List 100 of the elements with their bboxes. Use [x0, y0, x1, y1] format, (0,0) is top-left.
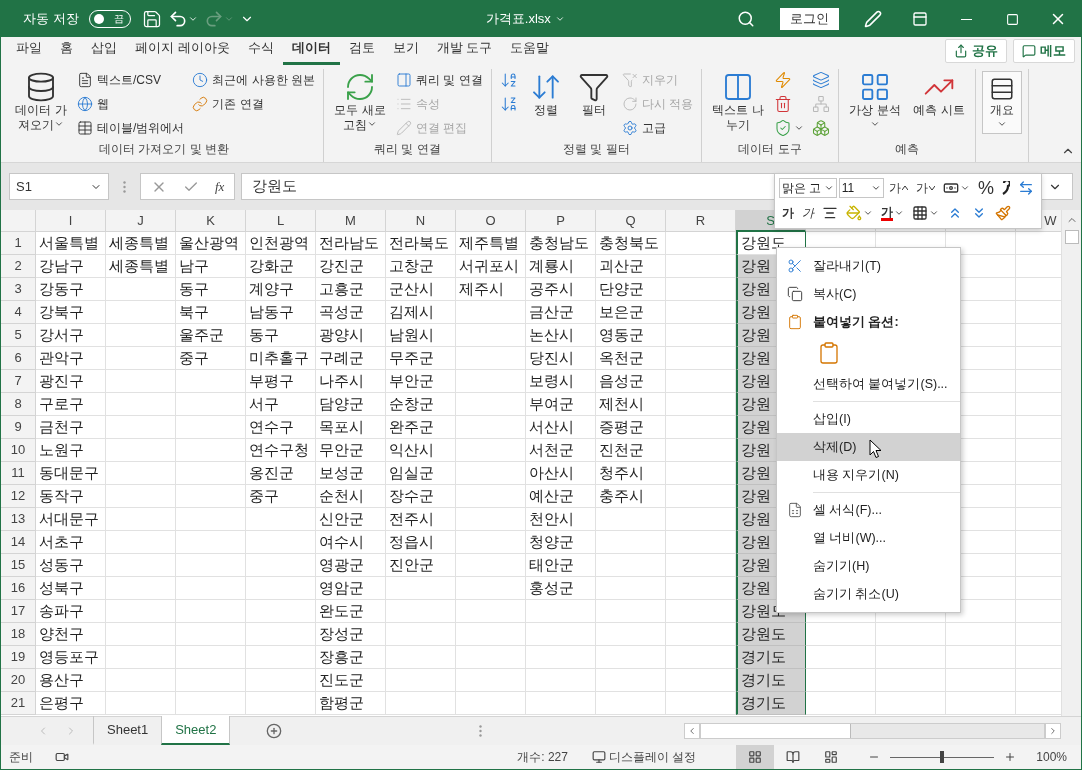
scroll-thumb[interactable]	[1064, 230, 1079, 244]
ribbon-button[interactable]: 최근에 사용한 원본	[190, 69, 317, 91]
row-header[interactable]: 2	[1, 255, 36, 278]
zoom-thumb[interactable]	[940, 751, 945, 763]
row-header[interactable]: 16	[1, 577, 36, 600]
row-header[interactable]: 11	[1, 462, 36, 485]
column-header[interactable]: Q	[596, 210, 666, 232]
insert-function-button[interactable]: fx	[215, 178, 225, 195]
table-cell: 보은군	[596, 301, 666, 324]
row-header[interactable]: 18	[1, 623, 36, 646]
table-cell: 영암군	[316, 577, 386, 600]
database-icon	[25, 71, 57, 103]
font-field[interactable]: 맑은 고	[779, 178, 837, 198]
row-header[interactable]: 5	[1, 324, 36, 347]
ribbon-button[interactable]: 정렬	[523, 69, 568, 120]
table-cell: 노원구	[36, 439, 106, 462]
view-button[interactable]	[736, 745, 775, 769]
data-model-icon	[812, 119, 831, 137]
row-header[interactable]: 15	[1, 554, 36, 577]
table-cell: 금산군	[526, 301, 596, 324]
row-header[interactable]: 10	[1, 439, 36, 462]
ribbon-button[interactable]: 텍스트/CSV	[75, 69, 187, 91]
row-header[interactable]: 14	[1, 531, 36, 554]
ribbon-button[interactable]: 기존 연결	[190, 93, 317, 115]
ribbon-button[interactable]: 고급	[619, 117, 696, 139]
ribbon-button[interactable]: 가상 분석	[845, 69, 906, 135]
table-cell: 양천구	[36, 623, 106, 646]
ribbon-button[interactable]: 모두 새로 고침	[330, 69, 390, 135]
menu-item[interactable]: 삭제(D)	[777, 433, 960, 461]
font-color-button[interactable]: 가	[878, 202, 907, 224]
count-text: 개수: 227	[517, 748, 568, 766]
scroll-thumb[interactable]	[701, 724, 851, 738]
table-cell: 목포시	[316, 416, 386, 439]
column-header[interactable]: M	[316, 210, 386, 232]
table-cell	[106, 278, 176, 301]
column-header[interactable]: N	[386, 210, 456, 232]
table-cell	[456, 531, 526, 554]
column-header[interactable]: P	[526, 210, 596, 232]
ribbon-button[interactable]: 필터	[571, 69, 616, 120]
row-header[interactable]: 21	[1, 692, 36, 715]
ribbon-tab[interactable]: 도움말	[501, 35, 559, 65]
display-settings-button[interactable]: 디스플레이 설정	[587, 748, 701, 766]
ribbon-tab[interactable]: 데이터	[282, 35, 340, 65]
ribbon-button[interactable]: 데이터 가져오기	[11, 69, 71, 135]
table-cell: 전라남도	[316, 232, 386, 255]
table-cell	[386, 577, 456, 600]
comments-button[interactable]: 메모	[1013, 39, 1075, 63]
ribbon-tab[interactable]: 검토	[339, 35, 384, 65]
row-header[interactable]: 12	[1, 485, 36, 508]
ribbon-tab[interactable]: 개발 도구	[427, 35, 502, 65]
ribbon-button[interactable]: 웹	[75, 93, 187, 115]
share-button[interactable]: 공유	[945, 39, 1007, 63]
ribbon-tab[interactable]: 파일	[7, 35, 51, 65]
column-header[interactable]: J	[106, 210, 176, 232]
row-header[interactable]: 7	[1, 370, 36, 393]
column-header[interactable]: K	[176, 210, 246, 232]
ribbon-tab[interactable]: 페이지 레이아웃	[126, 35, 239, 65]
zoom-level[interactable]: 100%	[1032, 750, 1071, 764]
row-header[interactable]: 6	[1, 347, 36, 370]
table-cell	[106, 347, 176, 370]
row-header[interactable]: 8	[1, 393, 36, 416]
percent-button[interactable]: %	[975, 177, 997, 199]
ribbon-tab[interactable]: 삽입	[82, 35, 126, 65]
row-header[interactable]: 13	[1, 508, 36, 531]
scroll-left-button[interactable]	[684, 723, 700, 739]
ribbon-button[interactable]: 개요	[982, 71, 1023, 134]
login-button[interactable]: 로그인	[780, 8, 839, 30]
column-header[interactable]: I	[36, 210, 106, 232]
row-header[interactable]: 4	[1, 301, 36, 324]
ribbon-tab[interactable]: 보기	[383, 35, 428, 65]
ribbon-button[interactable]: 쿼리 및 연결	[394, 69, 485, 91]
table-cell: 중구	[176, 347, 246, 370]
ribbon-tab[interactable]: 수식	[238, 35, 283, 65]
row-header[interactable]: 17	[1, 600, 36, 623]
table-cell: 북구	[176, 301, 246, 324]
row-header[interactable]: 19	[1, 646, 36, 669]
name-box[interactable]: S1	[9, 173, 109, 200]
table-cell: 옹진군	[246, 462, 316, 485]
column-header[interactable]: O	[456, 210, 526, 232]
sheet-tab[interactable]: Sheet2	[161, 716, 231, 745]
font-size-field[interactable]: 11	[838, 178, 884, 198]
zoom-in-icon	[1004, 751, 1017, 763]
row-header[interactable]: 20	[1, 669, 36, 692]
ribbon-button[interactable]: 텍스트 나누기	[708, 69, 769, 135]
table-cell	[106, 577, 176, 600]
row-header[interactable]: 3	[1, 278, 36, 301]
table-cell: 장성군	[316, 623, 386, 646]
grow-font-button[interactable]: 가	[886, 177, 911, 199]
shrink-font-button[interactable]: 가	[913, 177, 938, 199]
row-header[interactable]: 1	[1, 232, 36, 255]
row-header[interactable]: 9	[1, 416, 36, 439]
table-cell: 미추홀구	[246, 347, 316, 370]
column-header[interactable]: R	[666, 210, 736, 232]
ribbon-button[interactable]: 테이블/범위에서	[75, 117, 187, 139]
ribbon-tab[interactable]: 홈	[51, 35, 82, 65]
caret-icon	[187, 14, 198, 24]
table-cell: 금천구	[36, 416, 106, 439]
ribbon-button[interactable]: 예측 시트	[909, 69, 970, 120]
table-cell: 임실군	[386, 462, 456, 485]
column-header[interactable]: L	[246, 210, 316, 232]
